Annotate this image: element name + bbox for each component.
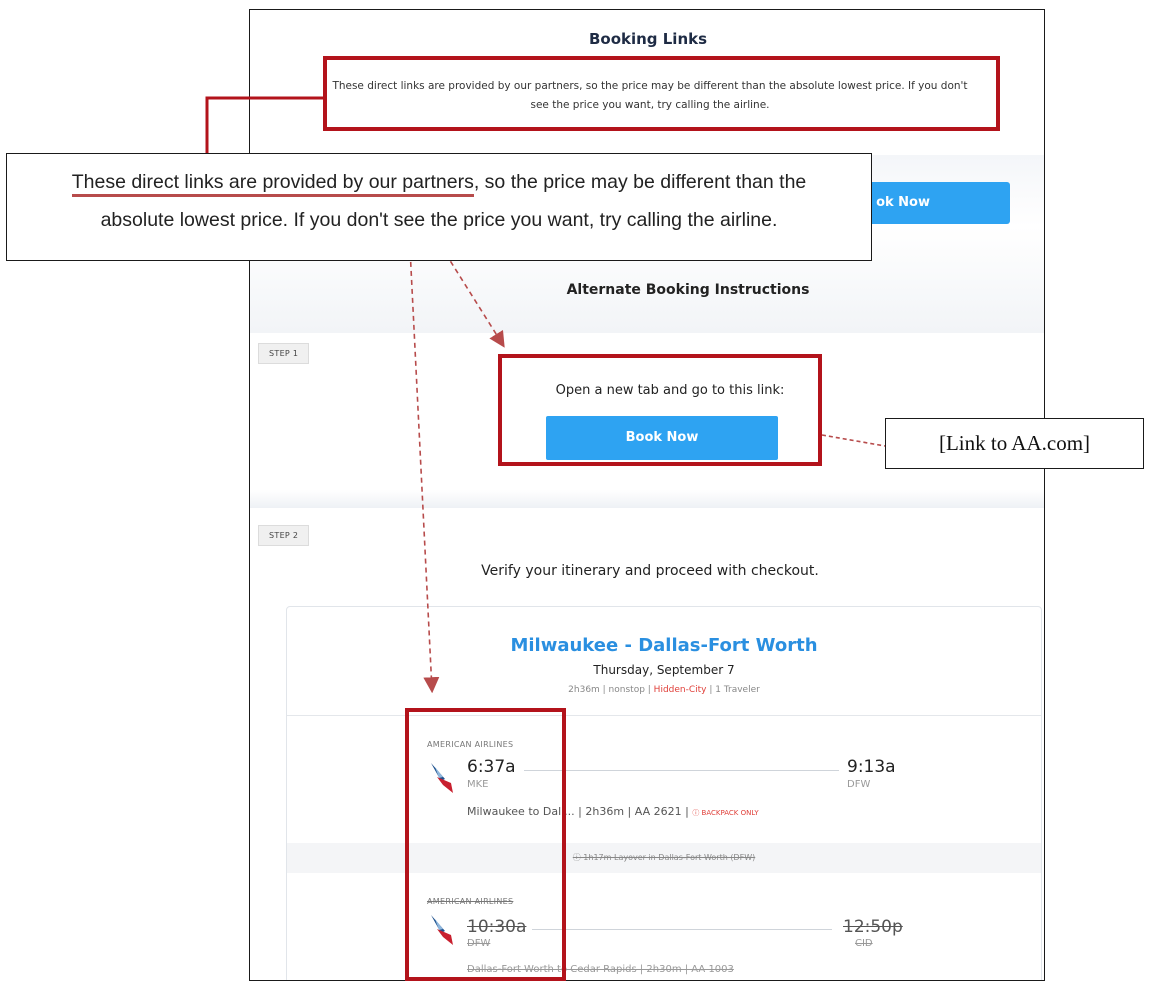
callout-line2: absolute lowest price. If you don't see … [100, 209, 778, 231]
link-to-aa-label: [Link to AA.com] [885, 418, 1144, 469]
callout-underlined-text: These direct links are provided by our p… [71, 171, 474, 197]
annotation-arrows [205, 96, 886, 694]
airline-arrow [407, 207, 440, 694]
link-label-connector [821, 434, 886, 447]
notice-connector-line [205, 96, 323, 153]
callout-line1-rest: , so the price may be different than the [473, 171, 807, 193]
callout-line1: These direct links are provided by our p… [7, 168, 871, 197]
notice-callout: These direct links are provided by our p… [6, 153, 872, 261]
